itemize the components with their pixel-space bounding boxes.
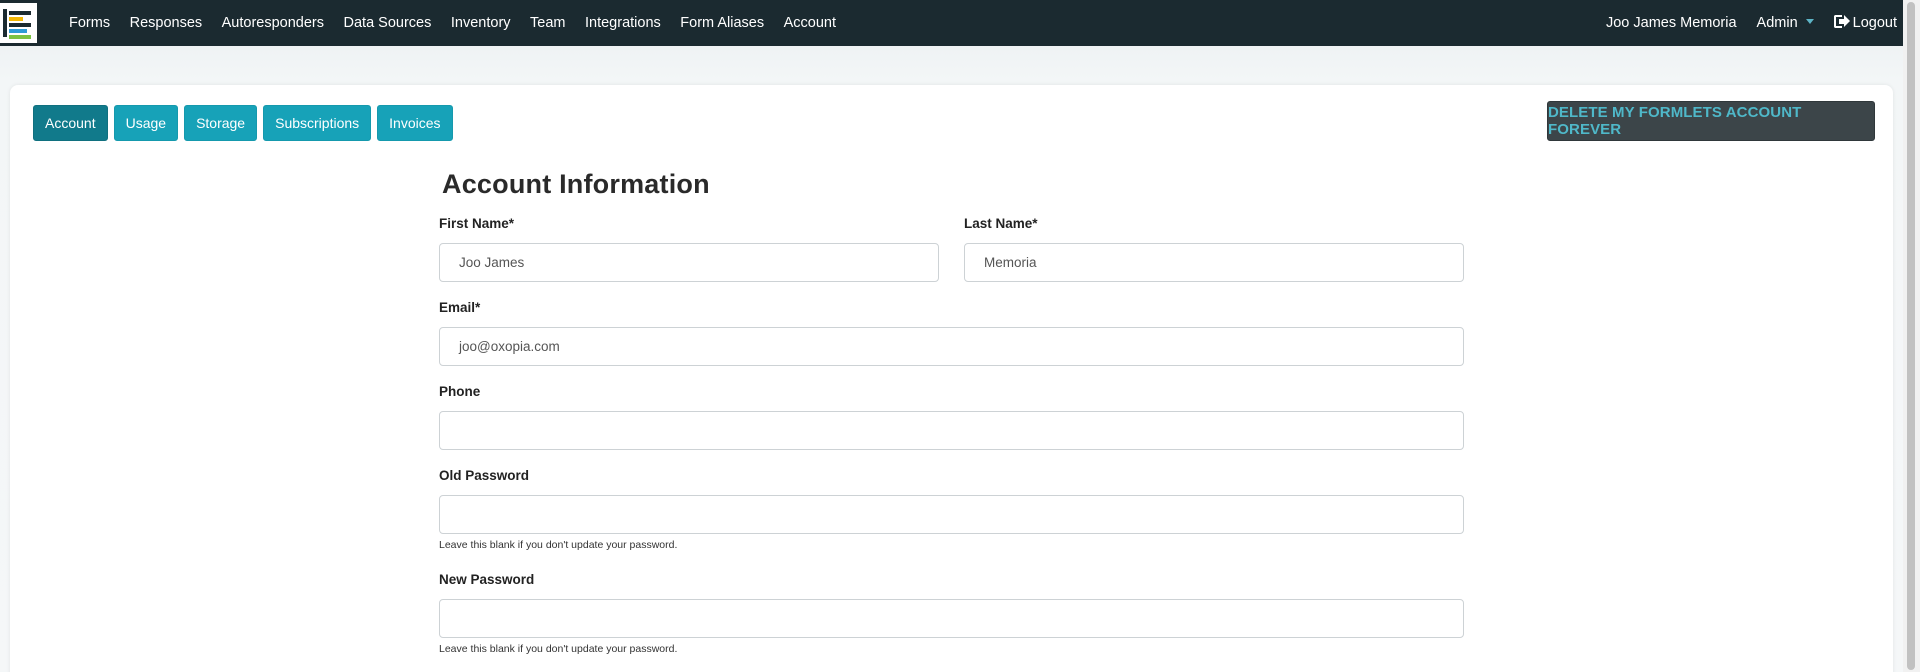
delete-account-button[interactable]: DELETE MY FORMLETS ACCOUNT FOREVER — [1547, 101, 1875, 141]
old-password-field[interactable] — [439, 495, 1464, 534]
old-password-hint: Leave this blank if you don't update you… — [439, 539, 678, 551]
page-scrollbar[interactable] — [1903, 0, 1920, 672]
tab-invoices[interactable]: Invoices — [377, 105, 453, 141]
tab-usage[interactable]: Usage — [113, 105, 179, 141]
scrollbar-thumb[interactable] — [1907, 2, 1915, 670]
last-name-label: Last Name* — [964, 216, 1038, 231]
nav-integrations[interactable]: Integrations — [585, 15, 661, 31]
nav-forms[interactable]: Forms — [69, 15, 110, 31]
logout-label: Logout — [1852, 15, 1897, 31]
logout-link[interactable]: Logout — [1833, 15, 1897, 31]
new-password-field[interactable] — [439, 599, 1464, 638]
tab-subscriptions[interactable]: Subscriptions — [263, 105, 372, 141]
chevron-down-icon — [1805, 19, 1814, 24]
account-tabs: Account Usage Storage Subscriptions Invo… — [33, 105, 459, 141]
tab-account[interactable]: Account — [33, 105, 108, 141]
tab-storage[interactable]: Storage — [184, 105, 258, 141]
user-name-link[interactable]: Joo James Memoria — [1606, 15, 1737, 31]
nav-responses[interactable]: Responses — [130, 15, 203, 31]
first-name-label: First Name* — [439, 216, 515, 231]
admin-label: Admin — [1756, 15, 1798, 31]
nav-data-sources[interactable]: Data Sources — [344, 15, 432, 31]
phone-field[interactable] — [439, 411, 1464, 450]
page-title: Account Information — [442, 169, 710, 199]
nav-autoresponders[interactable]: Autoresponders — [222, 15, 324, 31]
nav-team[interactable]: Team — [530, 15, 565, 31]
last-name-field[interactable]: Memoria — [964, 243, 1464, 282]
new-password-hint: Leave this blank if you don't update you… — [439, 643, 678, 655]
nav-right: Joo James Memoria Admin Logout — [1586, 15, 1897, 31]
nav-inventory[interactable]: Inventory — [451, 15, 511, 31]
admin-dropdown[interactable]: Admin — [1757, 15, 1814, 31]
email-label: Email* — [439, 300, 481, 315]
formlets-logo-icon[interactable] — [0, 3, 37, 43]
new-password-label: New Password — [439, 572, 535, 587]
nav-account[interactable]: Account — [784, 15, 836, 31]
top-navbar: Forms Responses Autoresponders Data Sour… — [0, 0, 1903, 46]
phone-label: Phone — [439, 384, 481, 399]
main-nav: Forms Responses Autoresponders Data Sour… — [69, 15, 856, 31]
account-card: Account Usage Storage Subscriptions Invo… — [10, 85, 1893, 672]
email-field[interactable]: joo@oxopia.com — [439, 327, 1464, 366]
first-name-field[interactable]: Joo James — [439, 243, 939, 282]
old-password-label: Old Password — [439, 468, 530, 483]
nav-form-aliases[interactable]: Form Aliases — [680, 15, 764, 31]
sign-out-icon — [1833, 15, 1850, 28]
